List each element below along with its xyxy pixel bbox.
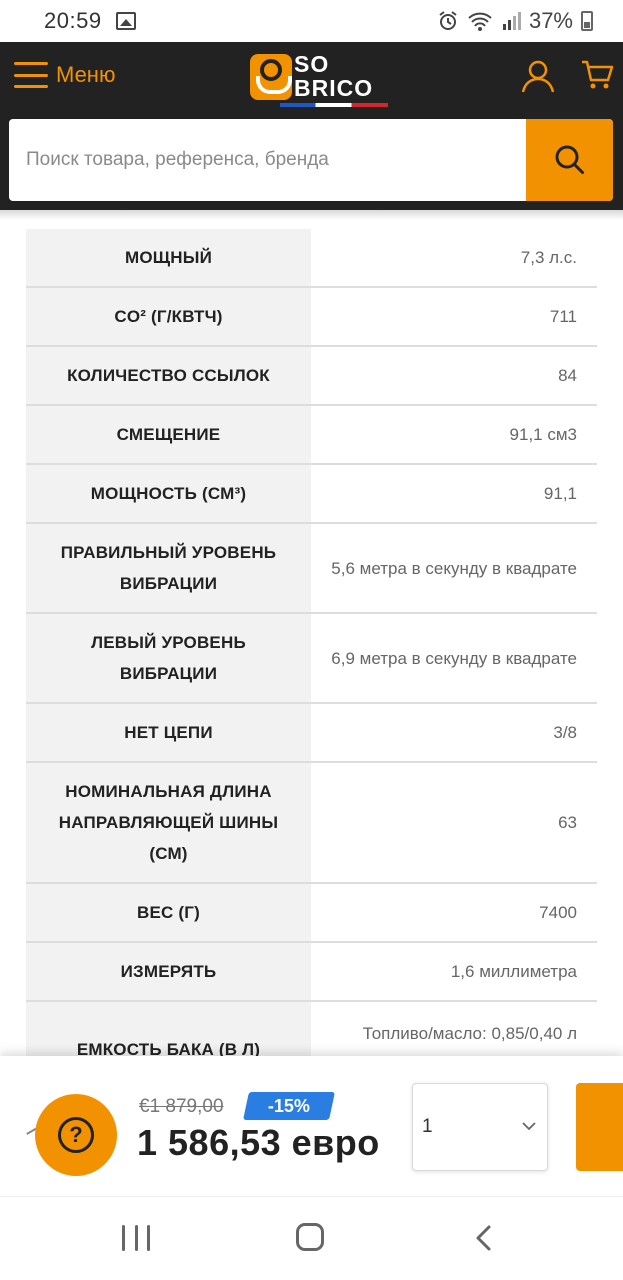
spec-label: МОЩНОСТЬ (СМ³): [26, 465, 311, 522]
cart-button[interactable]: [580, 58, 614, 92]
table-row: НОМИНАЛЬНАЯ ДЛИНА НАПРАВЛЯЮЩЕЙ ШИНЫ (СМ)…: [26, 763, 597, 884]
spec-value: 91,1 см3: [509, 425, 577, 444]
hamburger-menu-icon: [14, 62, 48, 88]
table-row: ЛЕВЫЙ УРОВЕНЬ ВИБРАЦИИ 6,9 метра в секунд…: [26, 614, 597, 704]
home-icon[interactable]: [296, 1223, 324, 1251]
status-bar: 20:59 37%: [0, 0, 623, 42]
sticky-price-bar: ? €1 879,00 -15% 1 586,53 евро 1: [0, 1056, 623, 1196]
table-row: МОЩНЫЙ 7,3 л.с.: [26, 229, 597, 288]
logo-mark-icon: [250, 54, 292, 100]
specifications-table: МОЩНЫЙ 7,3 л.с. CO² (Г/КВТЧ) 711 КОЛИЧЕСТВ…: [26, 229, 597, 1092]
table-row: ИЗМЕРЯТЬ 1,6 миллиметра: [26, 943, 597, 1002]
help-button[interactable]: ?: [35, 1094, 117, 1176]
table-row: СМЕЩЕНИЕ 91,1 см3: [26, 406, 597, 465]
search-bar: [9, 119, 613, 201]
spec-label: МОЩНЫЙ: [26, 229, 311, 286]
spec-label: СМЕЩЕНИЕ: [26, 406, 311, 463]
signal-icon: [502, 12, 521, 30]
logo-text-line2: BRICO: [294, 75, 374, 101]
account-button[interactable]: [520, 58, 556, 94]
battery-percent: 37%: [528, 8, 573, 33]
logo-flag-underline: [280, 103, 388, 107]
chevron-down-icon: [522, 1122, 536, 1131]
quantity-value: 1: [422, 1116, 433, 1137]
search-button[interactable]: [526, 119, 613, 201]
spec-label: НЕТ ЦЕПИ: [26, 704, 311, 761]
header-shadow: [0, 210, 623, 220]
question-mark-icon: ?: [58, 1117, 94, 1153]
user-icon: [521, 60, 555, 93]
spec-value: 63: [558, 813, 577, 832]
battery-icon: [581, 11, 593, 31]
old-price: €1 879,00: [139, 1096, 224, 1117]
table-row: ВЕС (Г) 7400: [26, 884, 597, 943]
spec-value: 6,9 метра в секунду в квадрате: [331, 648, 577, 668]
sobrico-logo[interactable]: SO BRICO: [250, 52, 390, 107]
search-icon: [555, 145, 584, 174]
search-input[interactable]: [9, 119, 526, 201]
status-icons: 37%: [437, 8, 593, 34]
recent-apps-icon[interactable]: [122, 1225, 150, 1251]
photo-icon: [115, 12, 136, 30]
wifi-icon: [468, 12, 492, 31]
cart-icon: [582, 60, 614, 89]
status-time: 20:59: [44, 8, 102, 33]
spec-label: КОЛИЧЕСТВО ССЫЛОК: [26, 347, 311, 404]
spec-value: 711: [549, 307, 577, 326]
site-header: Меню SO BRICO: [0, 42, 623, 210]
spec-label: ПРАВИЛЬНЫЙ УРОВЕНЬ ВИБРАЦИИ: [26, 524, 311, 612]
table-row: НЕТ ЦЕПИ 3/8: [26, 704, 597, 763]
spec-label: ВЕС (Г): [26, 884, 311, 941]
spec-label: ИЗМЕРЯТЬ: [26, 943, 311, 1000]
spec-value: 84: [558, 366, 577, 385]
discount-badge: -15%: [243, 1092, 335, 1120]
table-row: МОЩНОСТЬ (СМ³) 91,1: [26, 465, 597, 524]
spec-label: ЛЕВЫЙ УРОВЕНЬ ВИБРАЦИИ: [26, 614, 311, 702]
discount-text: -15%: [267, 1095, 311, 1116]
menu-label: Меню: [56, 62, 116, 87]
table-row: CO² (Г/КВТЧ) 711: [26, 288, 597, 347]
spec-value: 5,6 метра в секунду в квадрате: [331, 558, 577, 578]
spec-value: 1,6 миллиметра: [450, 962, 577, 981]
spec-value: 7400: [539, 903, 577, 922]
table-row: КОЛИЧЕСТВО ССЫЛОК 84: [26, 347, 597, 406]
table-row: ПРАВИЛЬНЫЙ УРОВЕНЬ ВИБРАЦИИ 5,6 метра в с…: [26, 524, 597, 614]
logo-text: SO BRICO: [294, 52, 373, 100]
current-price: 1 586,53 евро: [137, 1122, 380, 1163]
logo-text-line1: SO: [294, 51, 330, 77]
spec-label: НОМИНАЛЬНАЯ ДЛИНА НАПРАВЛЯЮЩЕЙ ШИНЫ (СМ): [26, 763, 311, 882]
quantity-select[interactable]: 1: [412, 1083, 548, 1171]
system-nav-bar: [0, 1196, 623, 1280]
spec-value: 7,3 л.с.: [520, 248, 577, 267]
spec-label: CO² (Г/КВТЧ): [26, 288, 311, 345]
menu-button[interactable]: Меню: [14, 62, 115, 88]
spec-value: 3/8: [553, 723, 577, 742]
add-to-cart-button[interactable]: [576, 1083, 623, 1171]
alarm-icon: [439, 11, 457, 30]
spec-value: 91,1: [543, 484, 577, 503]
back-icon[interactable]: [470, 1224, 498, 1252]
